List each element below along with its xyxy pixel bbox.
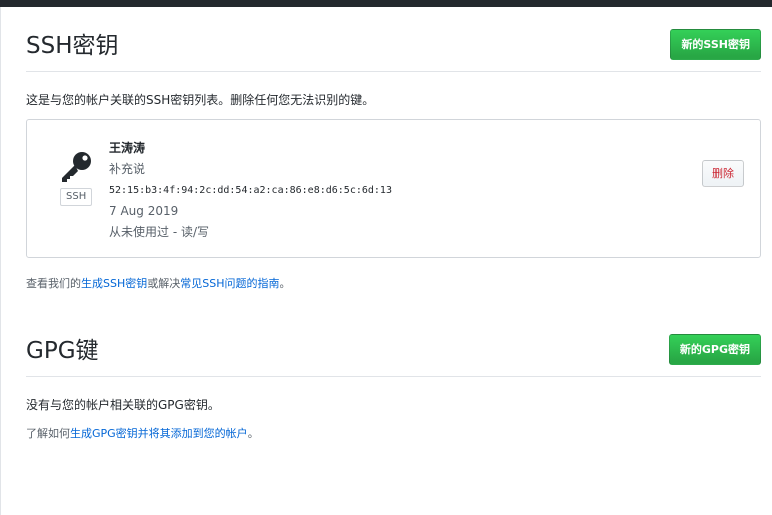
ssh-key-added-date: 7 Aug 2019 <box>109 204 179 218</box>
ssh-troubleshoot-link[interactable]: 常见SSH问题的指南 <box>180 277 279 290</box>
gpg-section: GPG键 新的GPG密钥 <box>26 312 761 377</box>
ssh-key-usage: 从未使用过 - 读/写 <box>109 225 210 239</box>
gpg-section-header: GPG键 新的GPG密钥 <box>26 312 761 377</box>
left-border <box>0 7 1 515</box>
ssh-key-item: SSH 王涛涛 补充说 52:15:b3:4f:94:2c:dd:54:a2:c… <box>26 119 761 258</box>
gpg-description: 没有与您的帐户相关联的GPG密钥。 <box>26 398 220 412</box>
gpg-section-title: GPG键 <box>26 338 99 364</box>
ssh-help-prefix: 查看我们的 <box>26 277 81 290</box>
generate-gpg-key-link[interactable]: 生成GPG密钥并将其添加到您的帐户 <box>70 427 248 440</box>
ssh-help-suffix: 。 <box>279 277 291 290</box>
new-gpg-key-button[interactable]: 新的GPG密钥 <box>668 334 761 365</box>
ssh-key-fingerprint: 52:15:b3:4f:94:2c:dd:54:a2:ca:86:e8:d6:5… <box>109 185 392 196</box>
delete-ssh-key-button[interactable]: 删除 <box>702 160 744 187</box>
gpg-help-suffix: 。 <box>247 427 259 440</box>
ssh-key-note: 补充说 <box>109 162 146 176</box>
gpg-help-text: 了解如何生成GPG密钥并将其添加到您的帐户。 <box>26 426 259 442</box>
key-icon <box>62 152 91 182</box>
ssh-help-text: 查看我们的生成SSH密钥或解决常见SSH问题的指南。 <box>26 276 291 292</box>
ssh-type-badge: SSH <box>60 188 93 206</box>
ssh-section-header: SSH密钥 新的SSH密钥 <box>26 7 761 72</box>
ssh-description: 这是与您的帐户关联的SSH密钥列表。删除任何您无法识别的键。 <box>26 93 375 107</box>
settings-main: SSH密钥 新的SSH密钥 这是与您的帐户关联的SSH密钥列表。删除任何您无法识… <box>26 7 761 440</box>
top-header-bar <box>0 0 772 7</box>
generate-ssh-key-link[interactable]: 生成SSH密钥 <box>81 277 147 290</box>
new-ssh-key-button[interactable]: 新的SSH密钥 <box>670 29 761 60</box>
ssh-section-title: SSH密钥 <box>26 33 119 59</box>
ssh-key-title: 王涛涛 <box>109 141 146 155</box>
gpg-help-prefix: 了解如何 <box>26 427 70 440</box>
ssh-help-middle: 或解决 <box>147 277 181 290</box>
